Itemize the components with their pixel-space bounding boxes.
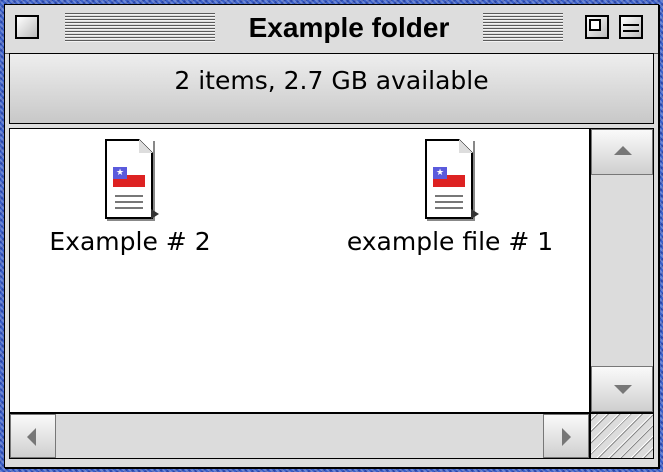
scroll-up-arrow-icon[interactable] [591, 129, 653, 175]
file-item[interactable]: ★ example file # 1 [340, 139, 560, 256]
horizontal-scrollbar[interactable] [9, 413, 590, 459]
scroll-down-arrow-icon[interactable] [591, 366, 653, 412]
collapse-box-icon[interactable] [619, 15, 643, 39]
file-name[interactable]: Example # 2 [20, 227, 240, 256]
folder-info-bar: 2 items, 2.7 GB available [9, 53, 654, 124]
folder-info-text: 2 items, 2.7 GB available [174, 66, 489, 95]
resize-grip-icon[interactable] [590, 413, 654, 459]
file-item[interactable]: ★ Example # 2 [20, 139, 240, 256]
file-name[interactable]: example file # 1 [340, 227, 560, 256]
document-alias-icon[interactable]: ★ [95, 139, 165, 229]
document-alias-icon[interactable]: ★ [415, 139, 485, 229]
finder-window: Example folder 2 items, 2.7 GB available… [4, 4, 659, 468]
zoom-box-icon[interactable] [585, 15, 609, 39]
scroll-right-arrow-icon[interactable] [543, 414, 589, 458]
scroll-left-arrow-icon[interactable] [10, 414, 56, 458]
title-stripes-left [65, 13, 215, 43]
title-stripes-right [483, 13, 563, 43]
title-bar[interactable]: Example folder [5, 5, 658, 54]
window-title: Example folder [248, 12, 450, 43]
file-list-area[interactable]: ★ Example # 2 ★ example file # 1 [9, 128, 590, 413]
close-box-icon[interactable] [15, 15, 39, 39]
vertical-scrollbar[interactable] [590, 128, 654, 413]
